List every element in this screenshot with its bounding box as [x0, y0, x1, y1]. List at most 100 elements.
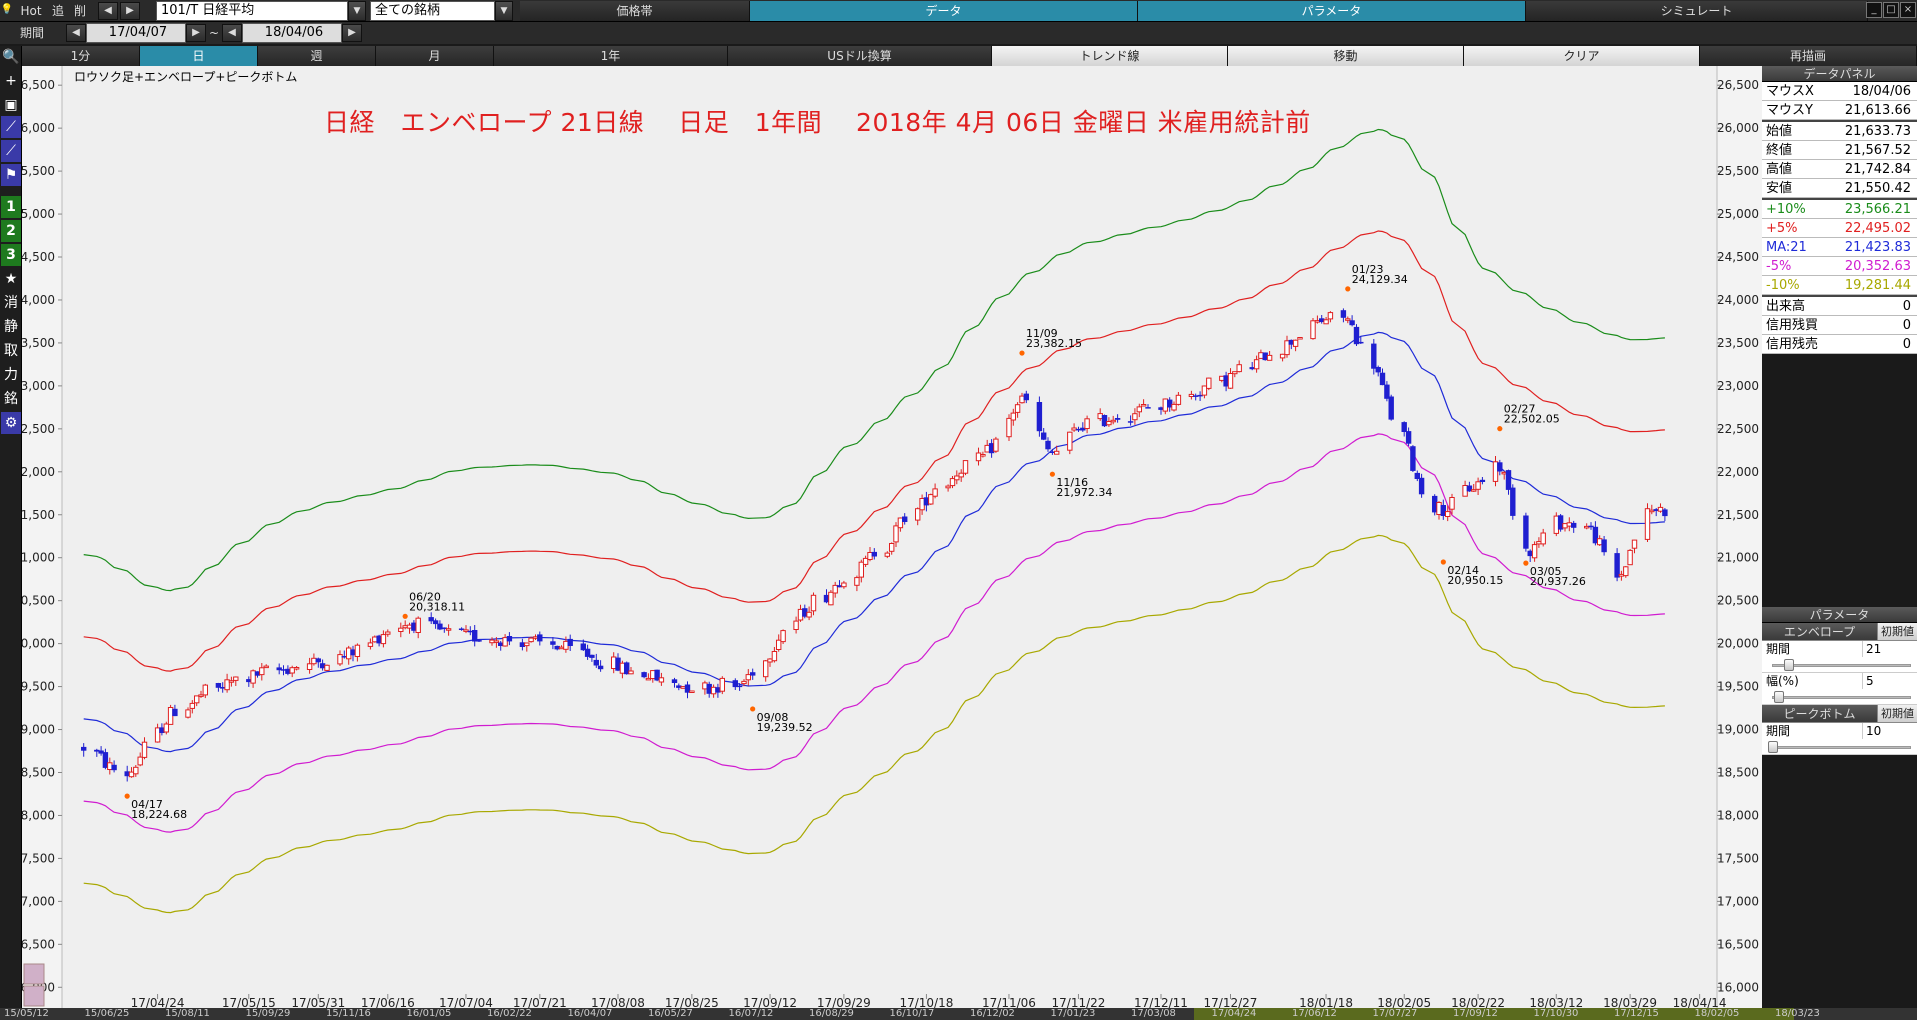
candle-body-up [1175, 394, 1182, 405]
chart-caption: ロウソク足+エンベロープ+ピークボトム [74, 70, 298, 84]
to-next-button[interactable]: ▶ [342, 24, 362, 42]
y-tick-label: 16,500 [1717, 937, 1759, 951]
prev-symbol-button[interactable]: ◀ [98, 2, 118, 20]
tab-data[interactable]: データ [750, 1, 1138, 21]
clear-button[interactable]: クリア [1464, 46, 1700, 66]
candlestick-chart[interactable]: 16,00016,00016,50016,50017,00017,00017,5… [22, 66, 1762, 1008]
minimize-button[interactable]: _ [1866, 2, 1882, 18]
candle-body-up [233, 676, 239, 681]
delete-button[interactable]: 削 [70, 2, 90, 20]
slider-thumb[interactable] [1774, 691, 1784, 703]
from-prev-button[interactable]: ◀ [66, 24, 86, 42]
crosshair-icon[interactable]: + [1, 70, 21, 92]
peak-reset-button[interactable]: 初期値 [1877, 705, 1917, 722]
envelope-period-slider[interactable] [1762, 657, 1917, 673]
candle-body-up [1162, 398, 1168, 412]
candle-body-up [1132, 413, 1138, 421]
favorite-icon[interactable]: ★ [1, 268, 21, 290]
trade-button[interactable]: 取 [1, 340, 21, 362]
tab-usd-convert[interactable]: USドル換算 [728, 46, 992, 66]
camera-icon[interactable]: ▣ [1, 94, 21, 116]
settings-icon[interactable]: ⚙ [1, 412, 21, 434]
y-tick-label: 17,000 [22, 894, 55, 908]
tab-simulate[interactable]: シミュレート [1526, 1, 1868, 21]
symbol-field[interactable]: 101/T 日経平均 [156, 1, 348, 21]
candle-body-up [619, 662, 626, 674]
to-prev-button[interactable]: ◀ [222, 24, 242, 42]
from-next-button[interactable]: ▶ [186, 24, 206, 42]
peak-value-label: 24,129.34 [1352, 273, 1408, 286]
tab-price-band[interactable]: 価格帯 [520, 1, 750, 21]
tab-weekly[interactable]: 週 [258, 46, 376, 66]
flag-icon[interactable]: ⚑ [1, 164, 21, 186]
universe-field[interactable]: 全ての銘柄 [370, 1, 495, 21]
data-row-label: マウスY [1766, 103, 1813, 118]
envelope-period-value[interactable]: 21 [1862, 641, 1917, 657]
trendline-button[interactable]: トレンド線 [992, 46, 1228, 66]
tab-monthly[interactable]: 月 [376, 46, 494, 66]
timeline-label: 17/03/08 [1131, 1008, 1176, 1019]
peak-period-value[interactable]: 10 [1862, 723, 1917, 739]
y-tick-label: 17,500 [22, 851, 55, 865]
tab-parameter[interactable]: パラメータ [1138, 1, 1526, 21]
symbol-dropdown[interactable]: ▼ [348, 1, 366, 21]
slider-thumb[interactable] [1768, 741, 1778, 753]
candle-body-up [1649, 509, 1655, 513]
chart-line-icon[interactable]: ⟋ [1, 116, 21, 138]
timeline-label: 17/01/23 [1050, 1008, 1096, 1019]
candle-body-up [528, 637, 534, 643]
from-date-field[interactable]: 17/04/07 [86, 23, 186, 43]
to-date-field[interactable]: 18/04/06 [242, 23, 342, 43]
envelope-width-value[interactable]: 5 [1862, 673, 1917, 689]
envelope-name: エンベロープ [1762, 623, 1877, 640]
candle-body-down [1358, 341, 1364, 344]
candle-body-up [380, 634, 387, 645]
stock-button[interactable]: 銘 [1, 388, 21, 410]
peak-period-slider[interactable] [1762, 739, 1917, 755]
tab-daily[interactable]: 日 [140, 46, 258, 66]
static-button[interactable]: 静 [1, 316, 21, 338]
chart-title: 日経 エンベロープ 21日線 日足 1年間 2018年 4月 06日 金曜日 米… [324, 108, 1311, 137]
bulb-icon[interactable]: 💡 [0, 2, 14, 20]
tab-1year[interactable]: 1年 [494, 46, 728, 66]
envelope-width-slider[interactable] [1762, 689, 1917, 705]
erase-button[interactable]: 消 [1, 292, 21, 314]
move-button[interactable]: 移動 [1228, 46, 1464, 66]
layout-1-button[interactable]: 1 [1, 196, 21, 218]
universe-dropdown[interactable]: ▼ [495, 1, 513, 21]
timeline-label: 15/06/25 [84, 1008, 130, 1019]
x-tick-label: 18/02/22 [1451, 996, 1505, 1008]
x-tick-label: 17/11/06 [982, 996, 1036, 1008]
data-row-label: 出来高 [1766, 299, 1806, 314]
chart-multi-icon[interactable]: ⟋ [1, 140, 21, 162]
candle-body-up [311, 657, 317, 665]
search-icon[interactable]: 🔍 [1, 46, 21, 68]
candle-body-up [854, 577, 860, 586]
candle-body-up [1067, 431, 1073, 451]
next-symbol-button[interactable]: ▶ [120, 2, 140, 20]
layout-2-button[interactable]: 2 [1, 220, 21, 242]
candle-body-down [111, 764, 117, 771]
redraw-button[interactable]: 再描画 [1700, 46, 1917, 66]
candle-body-up [1010, 412, 1016, 421]
data-row: 安値 21,550.42 [1762, 179, 1917, 198]
chart-area[interactable]: 16,00016,00016,50016,50017,00017,00017,5… [22, 66, 1762, 1020]
force-button[interactable]: 力 [1, 364, 21, 386]
peak-value-label: 18,224.68 [131, 808, 187, 821]
maximize-button[interactable]: □ [1883, 2, 1899, 18]
envelope-header: エンベロープ 初期値 [1762, 623, 1917, 641]
envelope-reset-button[interactable]: 初期値 [1877, 623, 1917, 640]
peak-value-label: 20,950.15 [1447, 574, 1503, 587]
candle-body-up [189, 702, 196, 709]
tab-1min[interactable]: 1分 [22, 46, 140, 66]
close-button[interactable]: × [1900, 2, 1916, 18]
hot-button[interactable]: Hot [18, 2, 44, 20]
candle-body-up [489, 639, 495, 644]
add-button[interactable]: 追 [48, 2, 68, 20]
candle-body-down [1023, 393, 1029, 401]
y-tick-label: 19,500 [22, 680, 55, 694]
layout-3-button[interactable]: 3 [1, 244, 21, 266]
timeline-scrollbar[interactable]: 15/05/12 15/06/25 15/08/11 15/09/29 15/11/16… [0, 1008, 1917, 1020]
candle-body-up [1206, 377, 1212, 389]
slider-thumb[interactable] [1784, 659, 1794, 671]
